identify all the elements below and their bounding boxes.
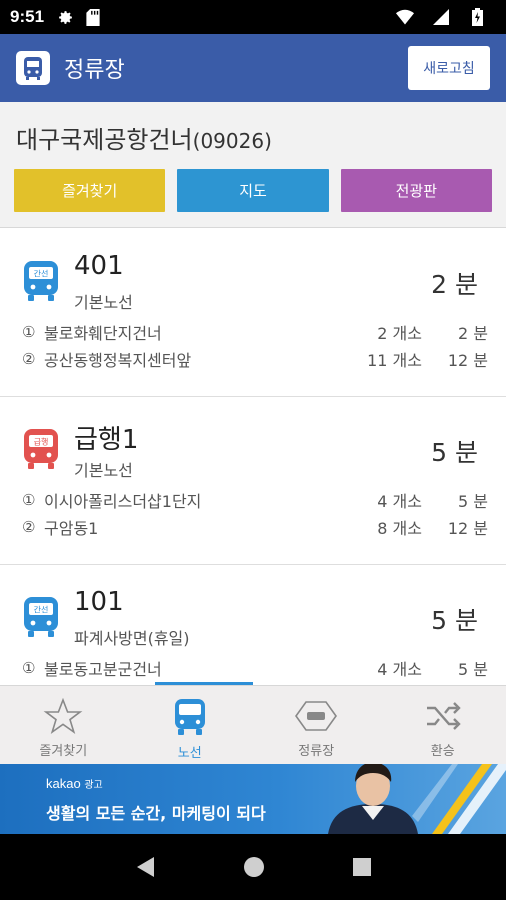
route-type: 기본노선	[74, 293, 133, 312]
tab-favorites[interactable]: 즐겨찾기	[0, 686, 127, 764]
stop-action-buttons: 즐겨찾기 지도 전광판	[14, 169, 492, 212]
bus-location: 불로동고분군건너	[44, 660, 162, 679]
bus-order: ②	[22, 518, 36, 536]
minutes-away: 2 분	[458, 324, 488, 343]
display-board-button[interactable]: 전광판	[340, 169, 492, 212]
bottom-tab-bar: 즐겨찾기 노선 정류장 환승	[0, 682, 506, 764]
express-bus-icon: 급행	[24, 429, 58, 469]
bus-icon	[174, 699, 205, 735]
tab-label: 환승	[430, 744, 455, 759]
ad-brand-name: kakao	[46, 776, 81, 791]
ad-tag: 광고	[84, 780, 103, 791]
stop-name: 대구국제공항건너(09026)	[16, 120, 272, 155]
arrival-time: 2 분	[431, 270, 478, 299]
route-item-401[interactable]: 간선 401 기본노선 2 분 ① 불로화훼단지건너 2 개소 2 분 ② 공산…	[0, 229, 506, 397]
stops-away: 8 개소	[377, 519, 422, 538]
app-bar: 정류장 새로고침	[0, 34, 506, 102]
bus-order: ①	[22, 323, 36, 341]
route-type: 파계사방면(휴일)	[74, 629, 190, 648]
svg-text:간선: 간선	[34, 605, 49, 615]
map-button[interactable]: 지도	[177, 169, 329, 212]
bus-order: ①	[22, 491, 36, 509]
home-icon[interactable]	[243, 856, 265, 878]
bus-location: 이시아폴리스더샵1단지	[44, 492, 202, 511]
route-number: 401	[74, 251, 124, 281]
active-tab-indicator	[155, 682, 253, 685]
route-type: 기본노선	[74, 461, 133, 480]
refresh-button[interactable]: 새로고침	[408, 46, 490, 90]
stops-away: 11 개소	[367, 351, 422, 370]
stop-name-text: 대구국제공항건너	[16, 126, 193, 154]
bus-order: ②	[22, 350, 36, 368]
recents-icon[interactable]	[352, 857, 372, 877]
stop-code: (09026)	[192, 129, 272, 153]
ad-banner[interactable]: kakao 광고 생활의 모든 순간, 마케팅이 되다	[0, 764, 506, 834]
arrival-time: 5 분	[431, 606, 478, 635]
battery-icon	[468, 8, 486, 26]
next-bus-row: ① 이시아폴리스더샵1단지 4 개소 5 분	[22, 488, 488, 512]
shuffle-icon	[426, 702, 461, 730]
page-title: 정류장	[64, 58, 125, 83]
status-time: 9:51	[10, 7, 45, 26]
ad-copy: 생활의 모든 순간, 마케팅이 되다	[46, 804, 266, 823]
system-navigation-bar	[0, 834, 506, 900]
favorite-button[interactable]: 즐겨찾기	[14, 169, 166, 212]
back-icon[interactable]	[134, 855, 156, 879]
minutes-away: 5 분	[458, 492, 488, 511]
star-icon	[43, 698, 83, 734]
bus-location: 공산동행정복지센터앞	[44, 351, 192, 370]
cell-signal-icon	[432, 8, 450, 26]
ad-decoration	[412, 764, 506, 834]
stops-away: 2 개소	[377, 324, 422, 343]
tab-label: 정류장	[298, 744, 335, 759]
stops-away: 4 개소	[377, 492, 422, 511]
stops-away: 4 개소	[377, 660, 422, 679]
route-item-101[interactable]: 간선 101 파계사방면(휴일) 5 분 ① 불로동고분군건너 4 개소 5 분	[0, 565, 506, 685]
tab-bus-stops[interactable]: 정류장	[253, 686, 380, 764]
wifi-icon	[396, 8, 414, 26]
next-bus-row: ① 불로동고분군건너 4 개소 5 분	[22, 656, 488, 680]
svg-text:급행: 급행	[34, 437, 49, 447]
sd-card-icon	[84, 8, 102, 26]
route-number: 급행1	[74, 425, 139, 455]
tab-routes[interactable]: 노선	[127, 686, 254, 764]
bus-icon: 간선	[24, 597, 58, 637]
next-bus-row: ② 공산동행정복지센터앞 11 개소 12 분	[22, 347, 488, 371]
bus-stop-app-icon	[16, 51, 50, 85]
minutes-away: 12 분	[447, 351, 488, 370]
bus-order: ①	[22, 659, 36, 677]
bus-location: 불로화훼단지건너	[44, 324, 162, 343]
route-number: 101	[74, 587, 124, 617]
arrival-time: 5 분	[431, 438, 478, 467]
status-bar: 9:51	[0, 0, 506, 34]
bus-location: 구암동1	[44, 519, 99, 538]
stop-header: 대구국제공항건너(09026) 즐겨찾기 지도 전광판	[0, 102, 506, 228]
minutes-away: 12 분	[447, 519, 488, 538]
route-item-express1[interactable]: 급행 급행1 기본노선 5 분 ① 이시아폴리스더샵1단지 4 개소 5 분 ②…	[0, 397, 506, 565]
ad-brand: kakao 광고	[46, 776, 103, 791]
tab-label: 노선	[177, 746, 202, 761]
tab-transfer[interactable]: 환승	[380, 686, 506, 764]
next-bus-row: ② 구암동1 8 개소 12 분	[22, 515, 488, 539]
svg-text:간선: 간선	[34, 269, 49, 279]
settings-gear-icon	[56, 8, 74, 26]
next-bus-row: ① 불로화훼단지건너 2 개소 2 분	[22, 320, 488, 344]
bus-icon: 간선	[24, 261, 58, 301]
route-list[interactable]: 간선 401 기본노선 2 분 ① 불로화훼단지건너 2 개소 2 분 ② 공산…	[0, 229, 506, 685]
minutes-away: 5 분	[458, 660, 488, 679]
bus-stop-sign-icon	[295, 701, 338, 731]
tab-label: 즐겨찾기	[39, 744, 88, 759]
